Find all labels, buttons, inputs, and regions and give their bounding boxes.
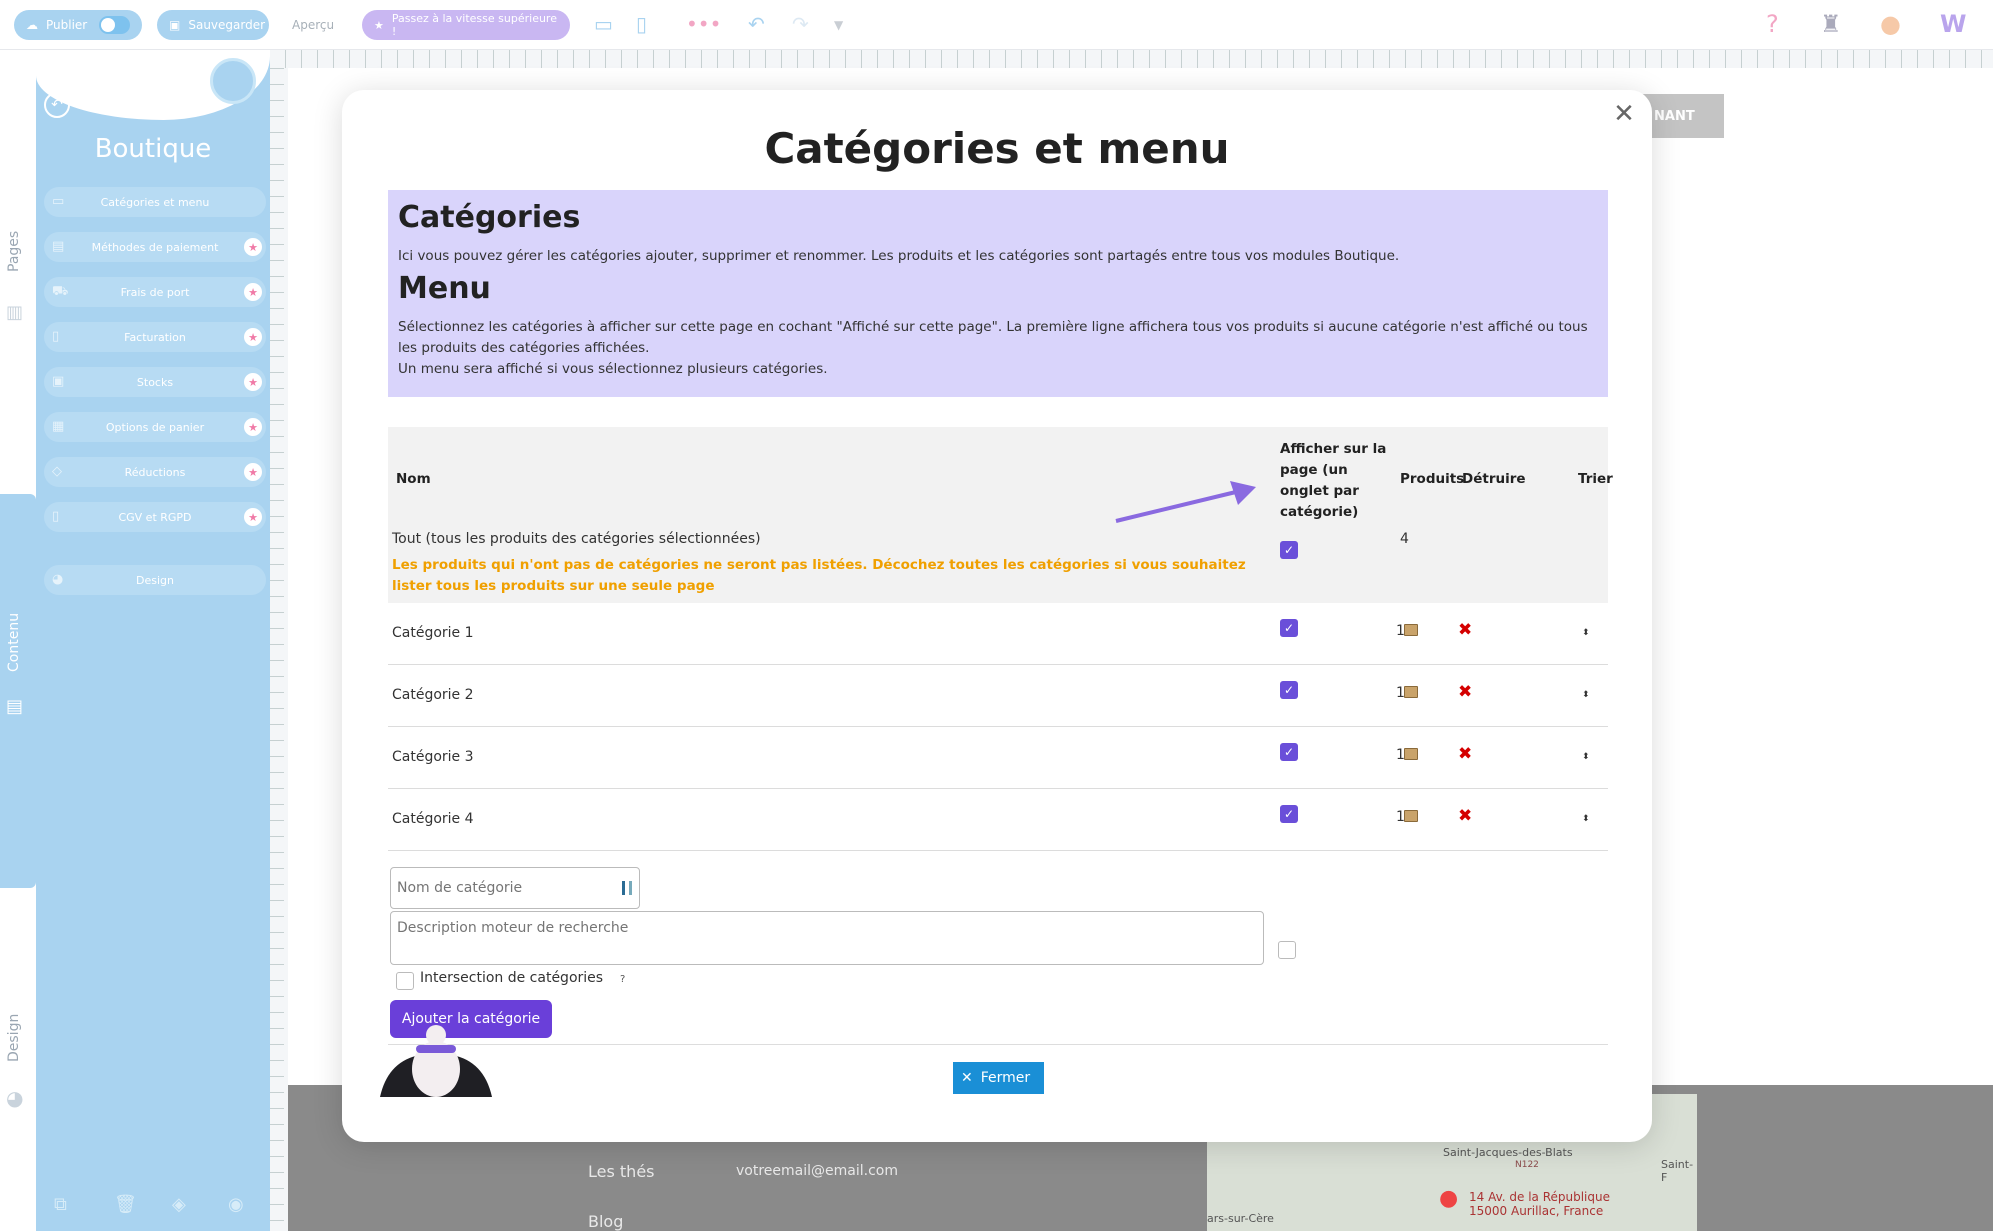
products-box-icon[interactable] — [1404, 748, 1418, 760]
show-checkbox-all[interactable]: ✓ — [1280, 541, 1298, 559]
sort-handle-icon[interactable]: ⬍ — [1582, 628, 1590, 638]
table-row: Catégorie 2 ✓ 1 ✖ ⬍ — [388, 665, 1608, 727]
categories-description: Ici vous pouvez gérer les catégories ajo… — [398, 248, 1400, 264]
menu-description-1: Sélectionnez les catégories à afficher s… — [398, 319, 1588, 356]
category-name: Catégorie 3 — [392, 749, 474, 765]
column-show-line: page (un — [1280, 462, 1348, 478]
sort-handle-icon[interactable]: ⬍ — [1582, 690, 1590, 700]
delete-icon[interactable]: ✖ — [1458, 682, 1472, 702]
category-name: Catégorie 2 — [392, 687, 474, 703]
category-name: Catégorie 1 — [392, 625, 474, 641]
row-all-name: Tout (tous les produits des catégories s… — [392, 531, 761, 547]
sort-handle-icon[interactable]: ⬍ — [1582, 752, 1590, 762]
categories-modal: ✕ Catégories et menu Catégories Ici vous… — [342, 90, 1652, 1142]
menu-description-2: Un menu sera affiché si vous sélectionne… — [398, 361, 828, 377]
seo-description-input[interactable] — [390, 911, 1264, 965]
help-icon[interactable]: ? — [620, 974, 625, 985]
column-products: Produits — [1400, 471, 1465, 487]
delete-icon[interactable]: ✖ — [1458, 744, 1472, 764]
intersection-label: Intersection de catégories — [420, 970, 604, 986]
table-row: Catégorie 1 ✓ 1 ✖ ⬍ — [388, 603, 1608, 665]
column-show-line: onglet par — [1280, 483, 1359, 499]
arrow-annotation-icon — [1115, 481, 1256, 523]
show-checkbox[interactable]: ✓ — [1280, 681, 1298, 699]
category-name: Catégorie 4 — [392, 811, 474, 827]
close-label: Fermer — [980, 1070, 1031, 1086]
products-box-icon[interactable] — [1404, 810, 1418, 822]
table-header: Nom Afficher sur la page (un onglet par … — [388, 427, 1613, 527]
product-count: 4 — [1400, 531, 1409, 547]
show-checkbox[interactable]: ✓ — [1280, 619, 1298, 637]
products-box-icon[interactable] — [1404, 624, 1418, 636]
menu-heading: Menu — [398, 271, 491, 306]
show-checkbox[interactable]: ✓ — [1280, 805, 1298, 823]
category-name-input[interactable] — [390, 867, 640, 909]
categories-heading: Catégories — [398, 200, 581, 235]
table-row-all: Tout (tous les produits des catégories s… — [388, 527, 1608, 603]
column-delete: Détruire — [1462, 471, 1526, 487]
divider — [388, 1044, 1608, 1045]
close-x-icon: ✕ — [961, 1070, 973, 1086]
column-sort: Trier — [1578, 471, 1613, 487]
table-row: Catégorie 4 ✓ 1 ✖ ⬍ — [388, 789, 1608, 851]
close-button[interactable]: ✕ Fermer — [953, 1062, 1044, 1094]
show-checkbox[interactable]: ✓ — [1280, 743, 1298, 761]
modal-title: Catégories et menu — [764, 124, 1230, 173]
column-name: Nom — [396, 471, 431, 487]
products-box-icon[interactable] — [1404, 686, 1418, 698]
autofill-icon[interactable] — [622, 881, 632, 895]
new-category-show-checkbox[interactable] — [1278, 941, 1296, 959]
mascot-illustration — [380, 1025, 492, 1097]
sort-handle-icon[interactable]: ⬍ — [1582, 814, 1590, 824]
row-all-warning: Les produits qui n'ont pas de catégories… — [392, 557, 1246, 594]
delete-icon[interactable]: ✖ — [1458, 806, 1472, 826]
table-row: Catégorie 3 ✓ 1 ✖ ⬍ — [388, 727, 1608, 789]
column-show-line: catégorie) — [1280, 504, 1359, 520]
column-show-line: Afficher sur la — [1280, 441, 1387, 457]
intersection-checkbox[interactable] — [396, 972, 414, 990]
column-show: Afficher sur la page (un onglet par caté… — [1280, 439, 1390, 523]
delete-icon[interactable]: ✖ — [1458, 620, 1472, 640]
info-box: Catégories Ici vous pouvez gérer les cat… — [388, 190, 1608, 397]
